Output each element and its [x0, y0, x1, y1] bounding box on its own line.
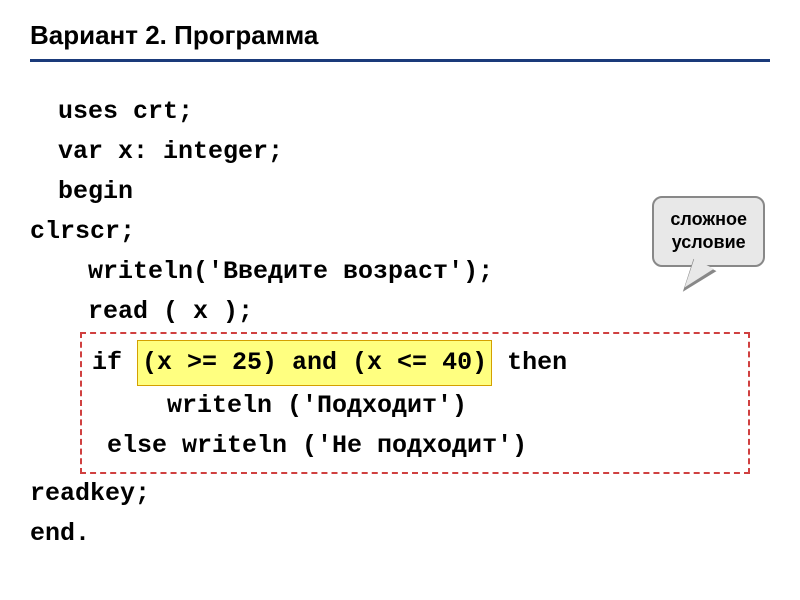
then-keyword: then — [492, 348, 567, 377]
code-line-readkey: readkey; — [30, 474, 770, 514]
code-line-uses: uses crt; — [30, 92, 770, 132]
if-keyword: if — [92, 348, 137, 377]
code-block: uses crt; var x: integer; begin clrscr; … — [30, 92, 770, 554]
callout-line1: сложное — [670, 208, 747, 231]
code-line-read: read ( x ); — [30, 292, 770, 332]
callout-line2: условие — [670, 231, 747, 254]
slide-title: Вариант 2. Программа — [30, 20, 770, 62]
code-line-end: end. — [30, 514, 770, 554]
code-line-writeln2: writeln ('Подходит') — [92, 386, 738, 426]
code-line-if: if (x >= 25) and (x <= 40) then — [92, 340, 738, 386]
code-line-var: var x: integer; — [30, 132, 770, 172]
code-line-else: else writeln ('Не подходит') — [92, 426, 738, 466]
callout-box: сложное условие — [652, 196, 765, 267]
condition-highlight: (x >= 25) and (x <= 40) — [137, 340, 492, 386]
if-block-container: if (x >= 25) and (x <= 40) then writeln … — [80, 332, 750, 474]
